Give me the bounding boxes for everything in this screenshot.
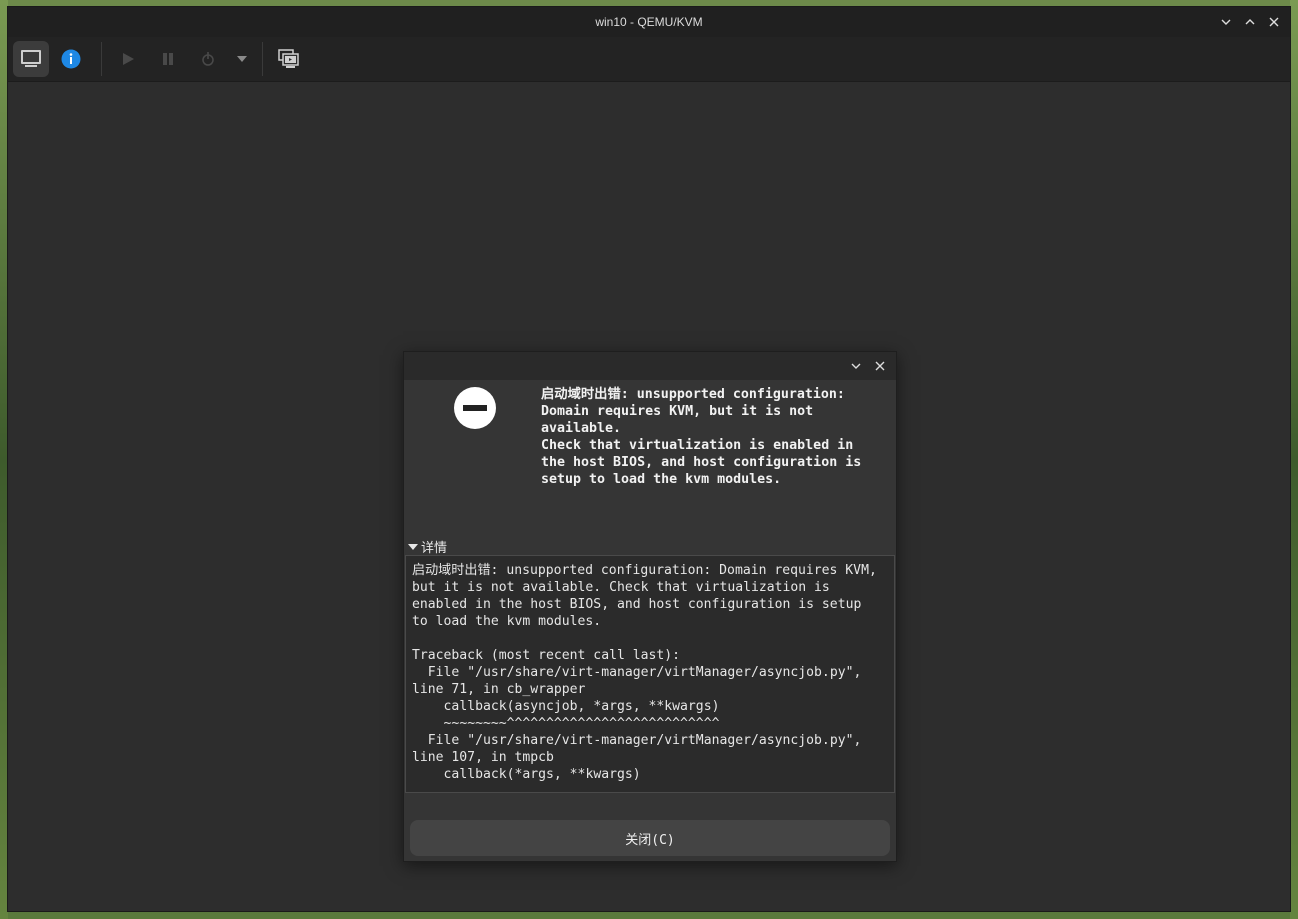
error-primary-message: 启动域时出错: unsupported configuration: Domai…	[541, 387, 862, 487]
dialog-close-button[interactable]	[868, 354, 892, 378]
toolbar-separator	[262, 42, 263, 76]
console-view-button[interactable]	[13, 41, 49, 77]
info-icon	[61, 49, 81, 69]
run-button[interactable]	[110, 41, 146, 77]
expander-arrow-icon	[408, 543, 418, 550]
monitor-icon	[21, 50, 41, 67]
chevron-down-icon	[851, 363, 861, 369]
snapshots-button[interactable]	[271, 41, 307, 77]
pause-button[interactable]	[150, 41, 186, 77]
close-icon	[1269, 17, 1279, 27]
error-icon	[454, 387, 496, 429]
maximize-button[interactable]	[1238, 10, 1262, 34]
error-dialog: 启动域时出错: unsupported configuration: Domai…	[403, 351, 897, 862]
close-window-button[interactable]	[1262, 10, 1286, 34]
close-icon	[875, 361, 885, 371]
dialog-titlebar[interactable]	[404, 352, 896, 380]
details-text-view[interactable]: 启动域时出错: unsupported configuration: Domai…	[405, 555, 895, 793]
shutdown-menu-button[interactable]	[230, 41, 254, 77]
shutdown-button[interactable]	[190, 41, 226, 77]
chevron-up-icon	[1245, 19, 1255, 25]
details-expander[interactable]: 详情	[408, 537, 447, 556]
chevron-down-icon	[237, 56, 247, 62]
power-icon	[202, 52, 214, 66]
minimize-button[interactable]	[1214, 10, 1238, 34]
snapshot-icon	[278, 49, 299, 68]
pause-icon	[163, 53, 173, 65]
toolbar	[8, 37, 1290, 82]
details-text: 启动域时出错: unsupported configuration: Domai…	[412, 563, 877, 782]
toolbar-separator	[101, 42, 102, 76]
chevron-down-icon	[1221, 19, 1231, 25]
window-controls	[1214, 7, 1286, 37]
details-label: 详情	[421, 541, 448, 556]
dialog-controls	[844, 354, 892, 378]
close-button[interactable]: 关闭(C)	[410, 820, 890, 856]
play-icon	[123, 53, 134, 65]
window-titlebar[interactable]: win10 - QEMU/KVM	[8, 7, 1290, 37]
window-title: win10 - QEMU/KVM	[595, 15, 703, 29]
desktop-background-right	[1290, 0, 1298, 919]
dialog-minimize-button[interactable]	[844, 354, 868, 378]
details-view-button[interactable]	[53, 41, 89, 77]
